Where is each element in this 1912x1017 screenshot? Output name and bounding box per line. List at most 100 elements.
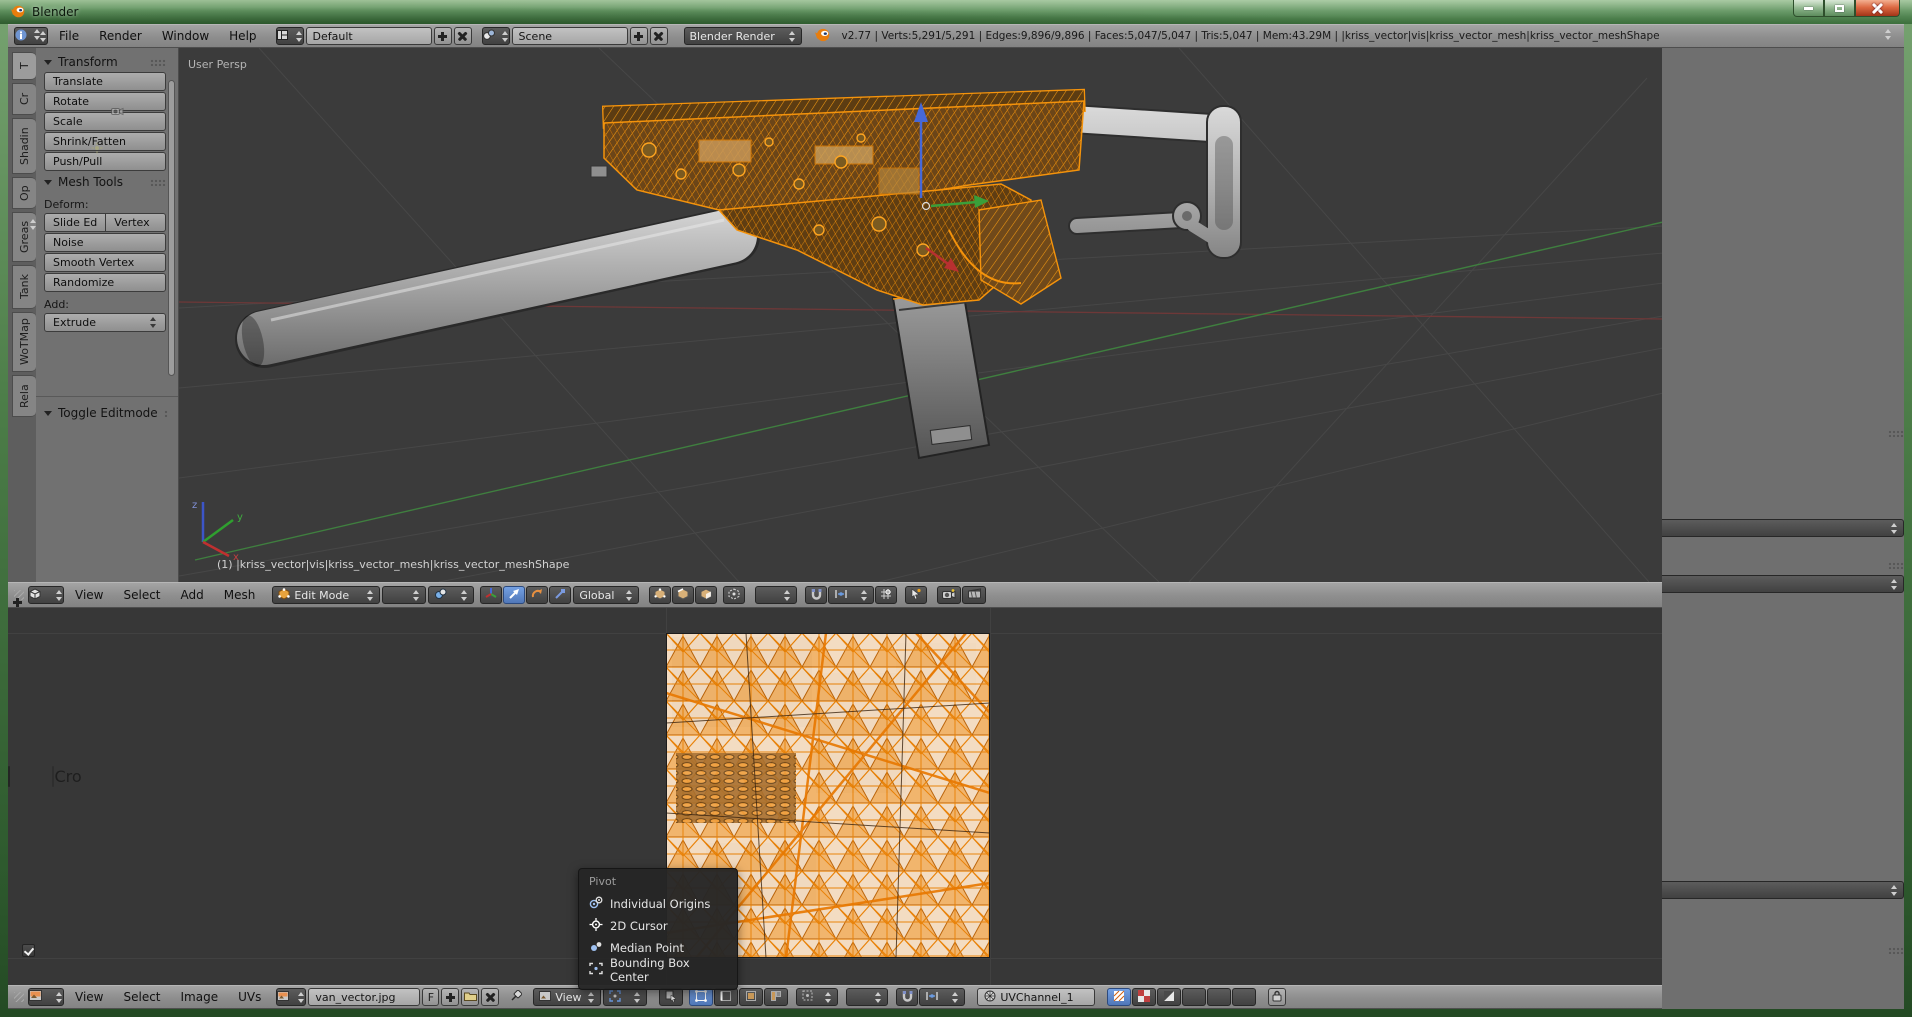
extrude-button[interactable]: Extrude xyxy=(44,313,166,332)
unlink-image-button[interactable] xyxy=(481,988,500,1006)
menu-mesh[interactable]: Mesh xyxy=(215,588,265,602)
panel-grip-icon[interactable] xyxy=(150,58,166,66)
pivot-point-select[interactable] xyxy=(428,586,475,604)
slide-edge-button[interactable]: Slide Ed xyxy=(44,213,107,232)
viewport-3d[interactable]: User Persp (1) |kriss_vector|vis|kriss_v… xyxy=(178,48,1662,582)
menu-item-individual-origins[interactable]: Individual Origins xyxy=(579,893,737,915)
randomize-button[interactable]: Randomize xyxy=(44,273,166,292)
uv-island-select-button[interactable] xyxy=(764,988,789,1006)
menu-window[interactable]: Window xyxy=(153,29,218,43)
manipulator-rotate-button[interactable] xyxy=(526,586,549,604)
panel-grip-icon[interactable] xyxy=(150,178,166,186)
tab-options[interactable]: Op xyxy=(12,177,36,209)
tab-tank[interactable]: Tank xyxy=(12,265,36,309)
tab-wotmap[interactable]: WoTMap xyxy=(12,312,36,372)
anti-aliasing-checkbox[interactable] xyxy=(22,943,35,957)
snap-toggle-button[interactable] xyxy=(805,586,828,604)
delete-scene-button[interactable] xyxy=(649,27,668,45)
draw-blue-channel-button[interactable] xyxy=(1232,988,1257,1006)
tab-create[interactable]: Cr xyxy=(12,83,36,115)
opengl-render-anim-button[interactable] xyxy=(962,586,987,604)
toolshelf-scrollbar[interactable] xyxy=(168,80,175,376)
transform-panel-header[interactable]: Transform xyxy=(44,52,166,72)
screen-layout-name[interactable]: Default xyxy=(305,27,432,45)
transform-orientation-select[interactable]: Global xyxy=(573,586,640,604)
pin-button[interactable] xyxy=(507,988,525,1006)
uv-view-mode-select[interactable]: View xyxy=(533,988,602,1006)
delete-layout-button[interactable] xyxy=(453,27,472,45)
border-checkbox[interactable] xyxy=(8,766,10,787)
viewport-shading-select[interactable] xyxy=(382,586,427,604)
fake-user-button[interactable]: F xyxy=(422,988,440,1006)
menu-uvs[interactable]: UVs xyxy=(229,990,270,1004)
shrink-fatten-button[interactable]: Shrink/Fatten xyxy=(44,132,166,151)
uv-display-stretch-button[interactable] xyxy=(1107,988,1132,1006)
tab-shading[interactable]: Shadin xyxy=(12,118,36,174)
editor-type-button[interactable] xyxy=(28,988,64,1006)
scene-icon-button[interactable] xyxy=(481,27,510,45)
menu-render[interactable]: Render xyxy=(90,29,151,43)
add-scene-button[interactable] xyxy=(629,27,648,45)
editor-type-button[interactable] xyxy=(28,586,64,604)
new-image-button[interactable] xyxy=(441,988,460,1006)
uv-sync-selection-button[interactable] xyxy=(659,988,684,1006)
sticky-selection-select[interactable] xyxy=(796,988,839,1006)
opengl-render-image-button[interactable] xyxy=(937,586,962,604)
editor-type-button[interactable] xyxy=(14,27,48,45)
window-titlebar[interactable]: Blender xyxy=(0,0,1912,24)
uv-editor[interactable] xyxy=(8,608,1662,985)
manipulator-scale-button[interactable] xyxy=(549,586,572,604)
maximize-button[interactable] xyxy=(1824,0,1855,17)
close-button[interactable] xyxy=(1855,0,1900,17)
menu-select[interactable]: Select xyxy=(114,990,169,1004)
open-image-button[interactable] xyxy=(461,988,480,1006)
region-corner-grip[interactable] xyxy=(14,992,24,1002)
uv-vertex-select-button[interactable] xyxy=(689,988,714,1006)
snap-peel-button[interactable] xyxy=(905,586,928,604)
face-select-mode-button[interactable] xyxy=(695,586,718,604)
render-engine-select[interactable]: Blender Render xyxy=(683,27,802,45)
lock-button[interactable] xyxy=(1268,988,1287,1006)
noise-button[interactable]: Noise xyxy=(44,233,166,252)
draw-red-channel-button[interactable] xyxy=(1182,988,1207,1006)
menu-view[interactable]: View xyxy=(66,990,112,1004)
scene-name[interactable]: Scene xyxy=(511,27,628,45)
edge-select-mode-button[interactable] xyxy=(672,586,695,604)
menu-item-2d-cursor[interactable]: 2D Cursor xyxy=(579,915,737,937)
panel-grip-icon[interactable] xyxy=(1888,946,1904,954)
uv-proportional-edit-select[interactable] xyxy=(846,988,889,1006)
panel-grip-icon[interactable] xyxy=(1888,429,1904,437)
uv-map-select[interactable]: UVChannel_1 xyxy=(977,988,1096,1006)
menu-add[interactable]: Add xyxy=(172,588,213,602)
snap-target-button[interactable] xyxy=(875,586,898,604)
limit-to-visible-button[interactable] xyxy=(723,586,746,604)
translate-button[interactable]: Translate xyxy=(44,72,166,91)
menu-item-bounding-box-center[interactable]: Bounding Box Center xyxy=(579,956,737,984)
manipulator-translate-button[interactable] xyxy=(503,586,526,604)
uv-pivot-select[interactable] xyxy=(603,988,648,1006)
uv-snap-element-select[interactable] xyxy=(919,988,966,1006)
menu-select[interactable]: Select xyxy=(114,588,169,602)
tab-tools[interactable]: T xyxy=(12,52,36,80)
draw-green-channel-button[interactable] xyxy=(1207,988,1232,1006)
scale-button[interactable]: Scale xyxy=(44,112,166,131)
panel-grip-icon[interactable] xyxy=(163,409,168,417)
menu-help[interactable]: Help xyxy=(220,29,265,43)
menu-image[interactable]: Image xyxy=(172,990,228,1004)
uv-face-select-button[interactable] xyxy=(739,988,764,1006)
uv-snap-toggle-button[interactable] xyxy=(896,988,919,1006)
alpha-gradient-button[interactable] xyxy=(1157,988,1182,1006)
screen-layout-icon-button[interactable] xyxy=(275,27,304,45)
uv-edge-select-button[interactable] xyxy=(714,988,739,1006)
smooth-vertex-button[interactable]: Smooth Vertex xyxy=(44,253,166,272)
panel-grip-icon[interactable] xyxy=(1888,561,1904,569)
alpha-checker-button[interactable] xyxy=(1132,988,1157,1006)
rotate-button[interactable]: Rotate xyxy=(44,92,166,111)
manipulator-axis-button[interactable] xyxy=(480,586,503,604)
vertex-select-mode-button[interactable] xyxy=(649,586,672,604)
push-pull-button[interactable]: Push/Pull xyxy=(44,152,166,171)
menu-file[interactable]: File xyxy=(50,29,88,43)
slide-vertex-button[interactable]: Vertex xyxy=(106,213,166,232)
proportional-edit-select[interactable] xyxy=(755,586,798,604)
minimize-button[interactable] xyxy=(1793,0,1824,17)
